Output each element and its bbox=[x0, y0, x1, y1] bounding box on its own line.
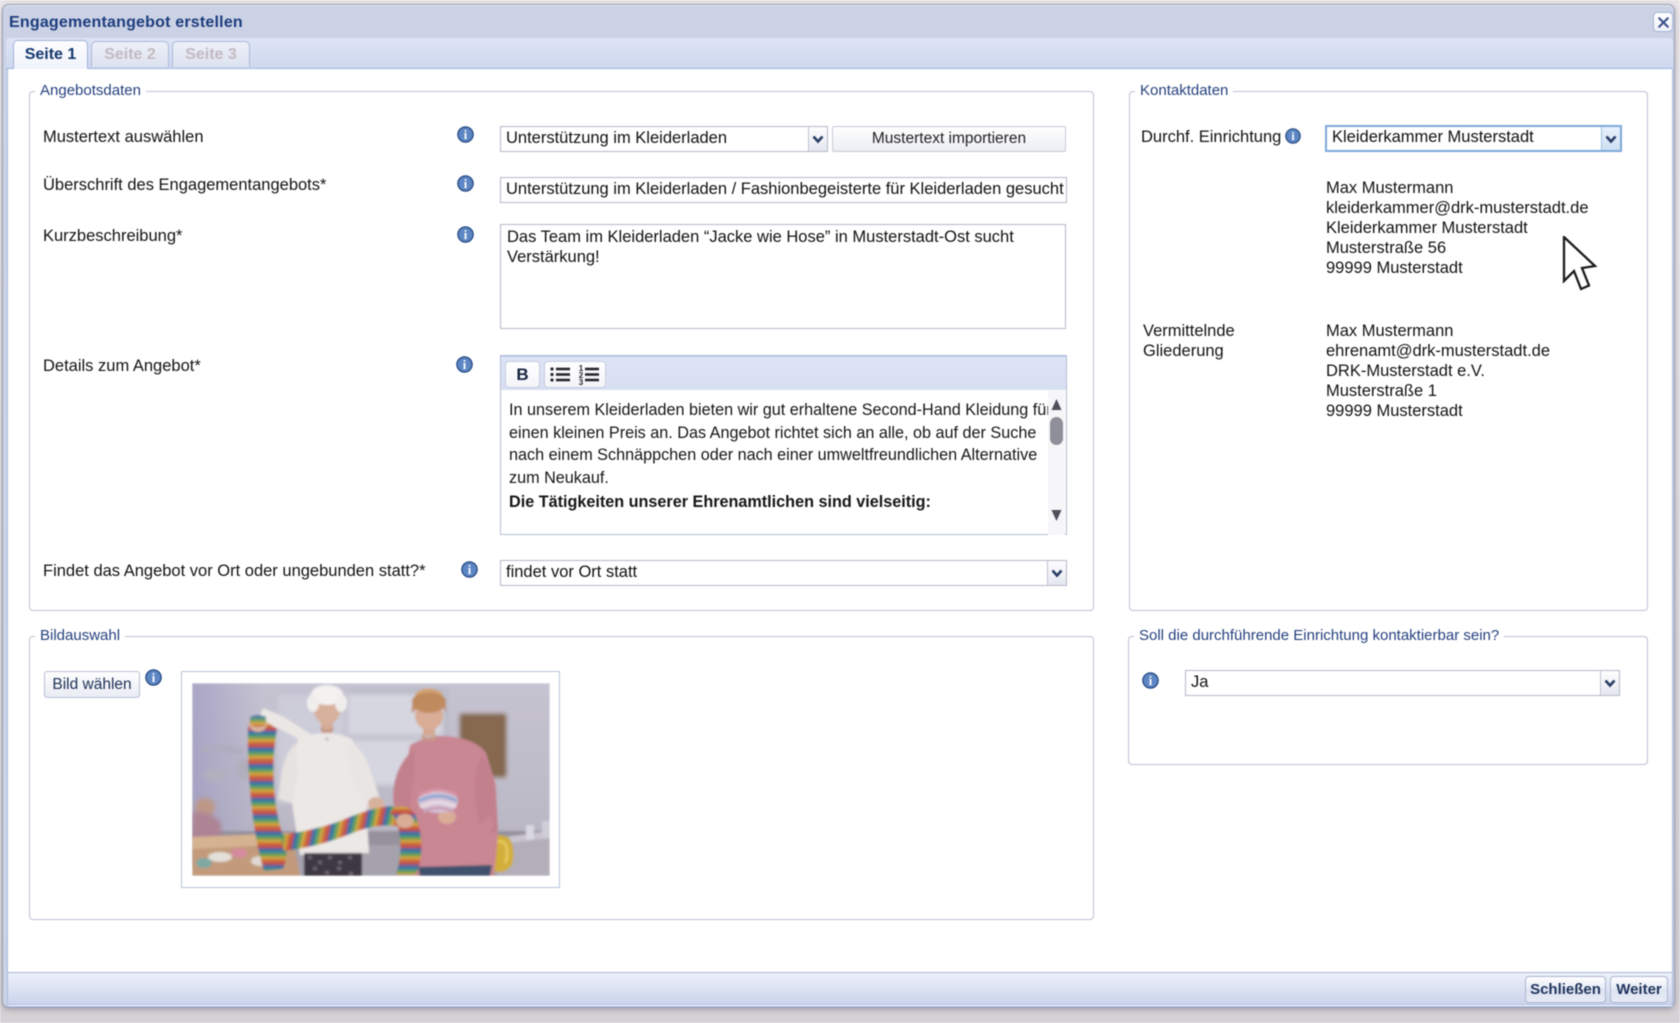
svg-text:i: i bbox=[152, 671, 156, 685]
svg-text:i: i bbox=[1149, 674, 1153, 688]
svg-text:i: i bbox=[464, 228, 468, 242]
svg-text:i: i bbox=[463, 358, 467, 372]
svg-text:3: 3 bbox=[579, 378, 584, 387]
svg-text:i: i bbox=[468, 563, 472, 577]
svg-text:i: i bbox=[464, 128, 468, 142]
svg-text:i: i bbox=[464, 177, 468, 191]
